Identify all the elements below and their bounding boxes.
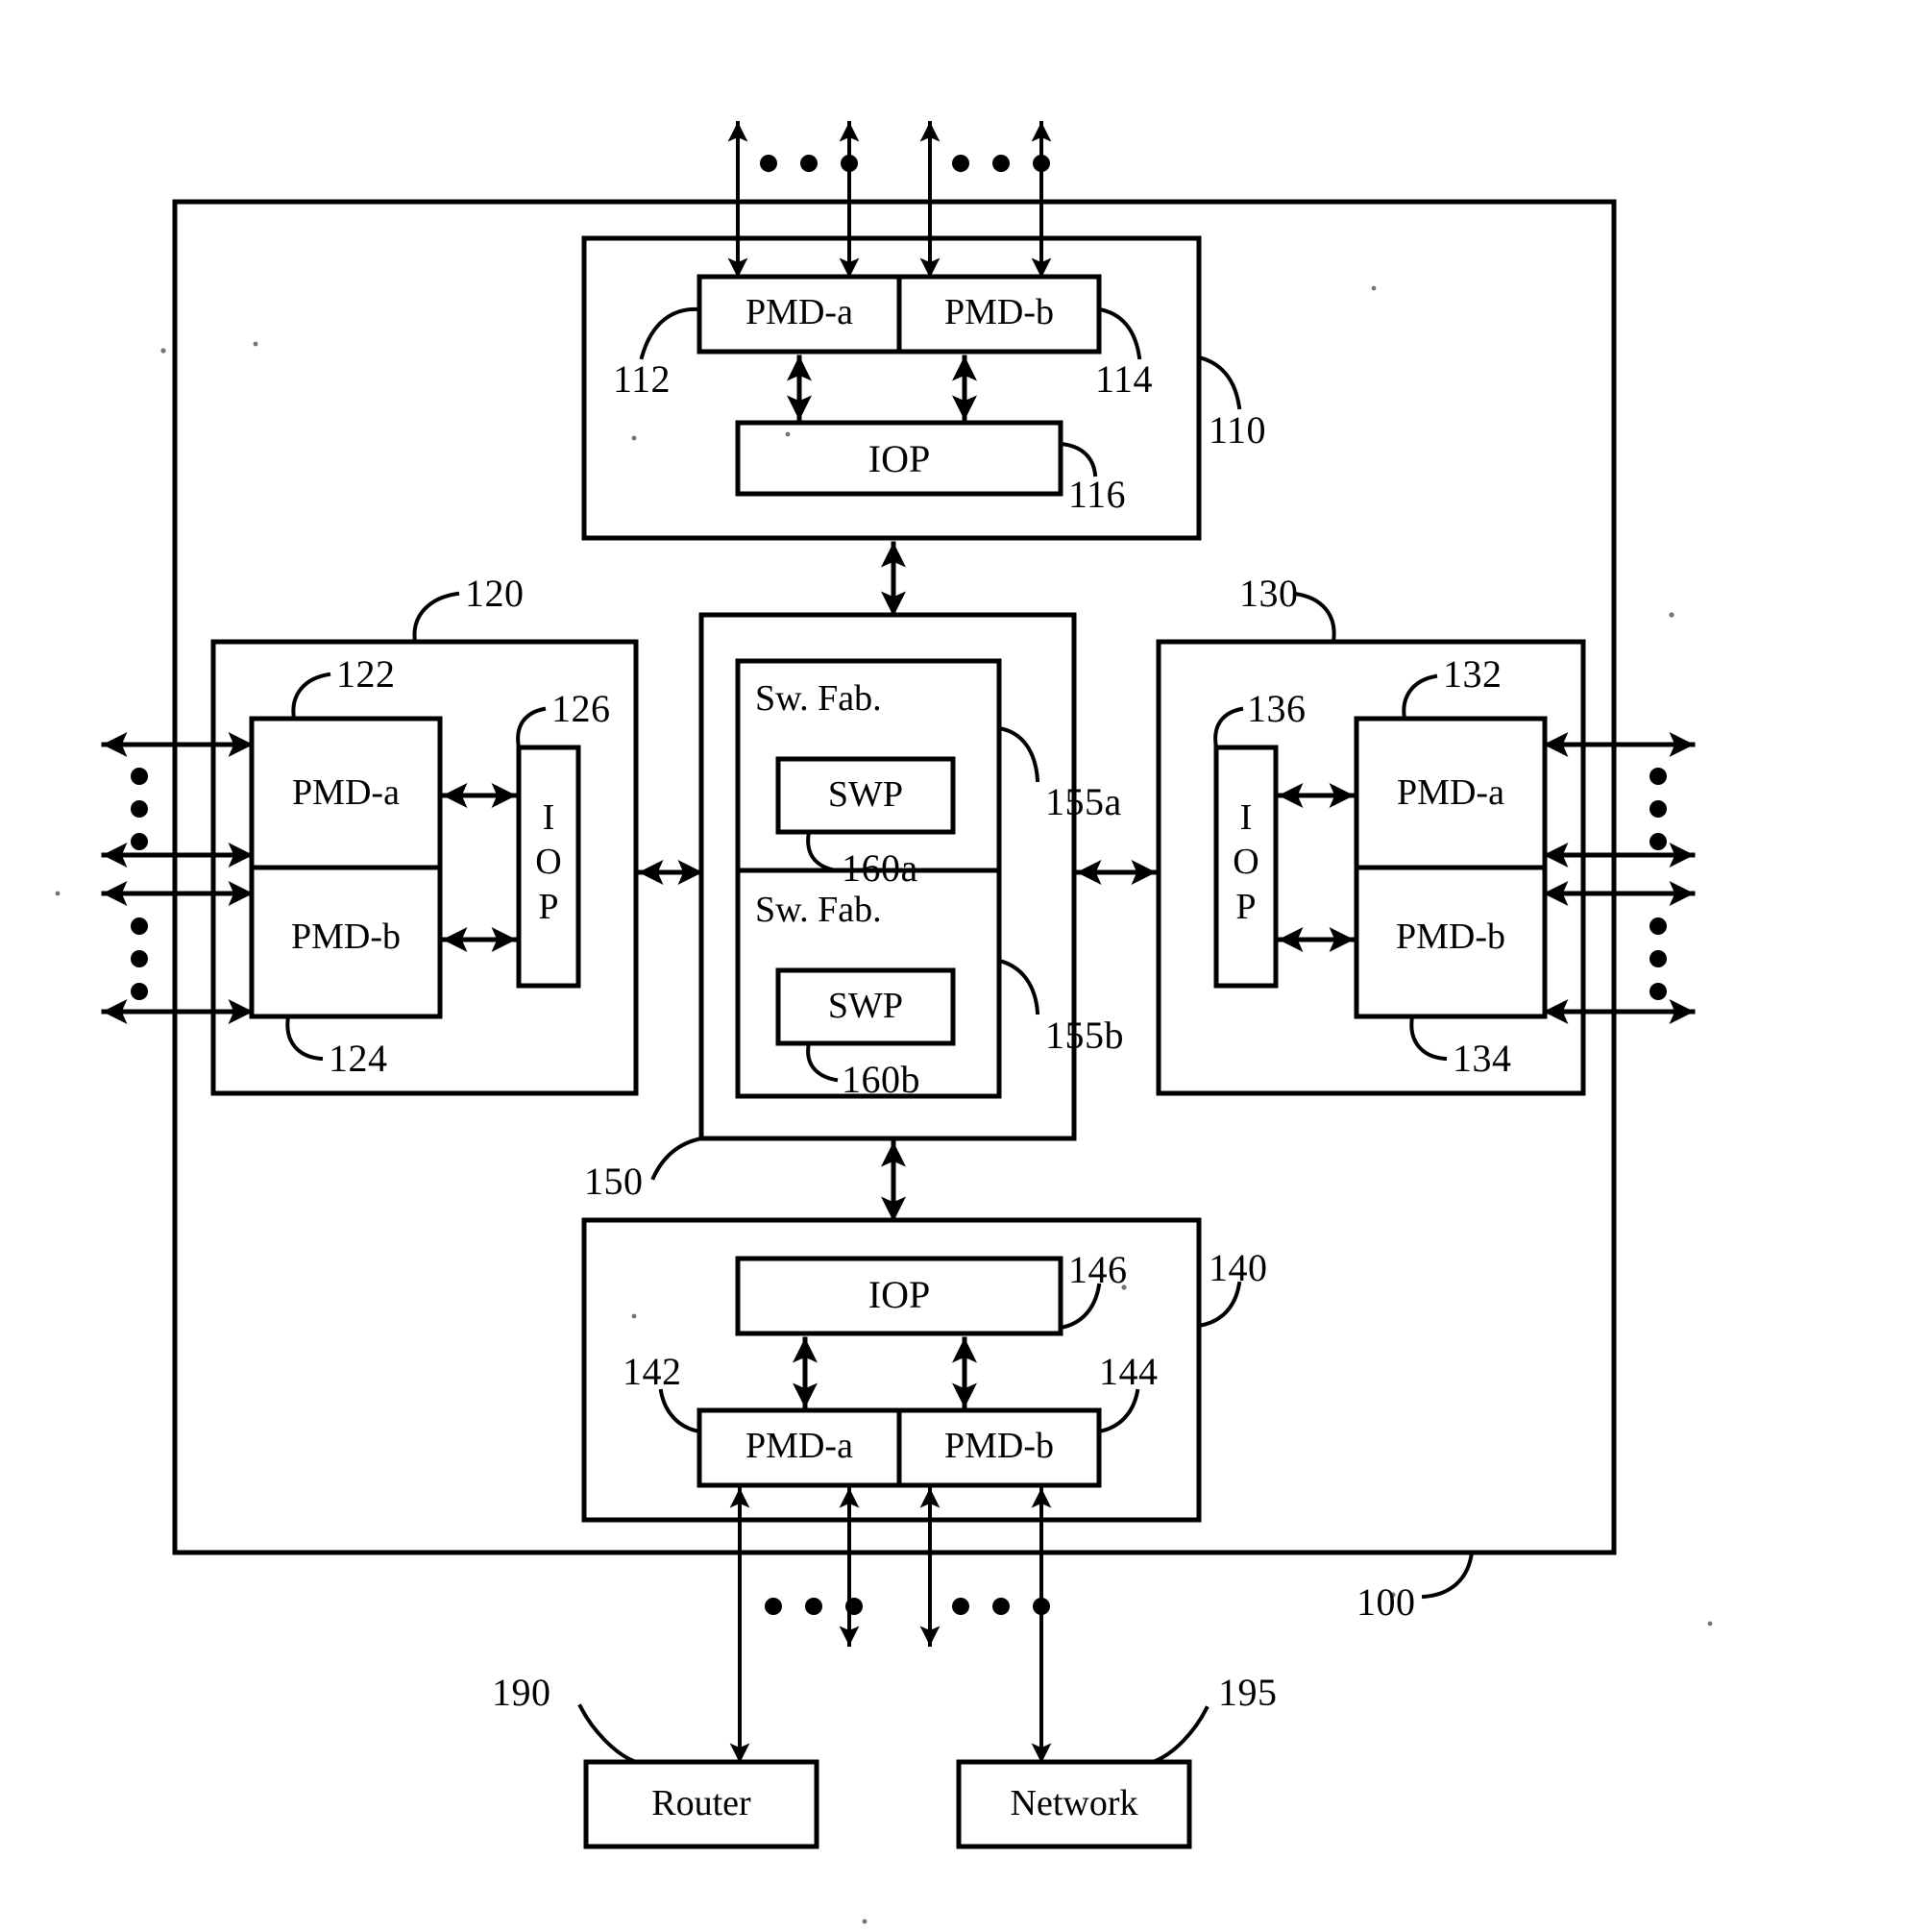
right-iop-letter-o: O: [1233, 842, 1259, 883]
left-iop-letter-o: O: [535, 842, 562, 883]
ref-155a: 155a: [1045, 780, 1122, 823]
ref-155b: 155b: [1045, 1014, 1124, 1057]
leader-144: [1096, 1388, 1140, 1434]
leader-124: [285, 1014, 324, 1062]
leader-140: [1196, 1281, 1242, 1329]
leader-155a: [996, 725, 1040, 783]
leader-190: [577, 1703, 639, 1765]
left-iop-letter-i: I: [542, 797, 555, 838]
scan-speckles: [55, 285, 1713, 1924]
leader-150: [650, 1136, 704, 1181]
sw-fab-b-label: Sw. Fab.: [755, 890, 882, 930]
ref-150: 150: [584, 1160, 644, 1203]
leader-155b: [996, 958, 1040, 1015]
diagram-vector-layer: [55, 121, 1713, 1924]
bottom-pmd-a-label: PMD-a: [745, 1426, 853, 1466]
ref-146: 146: [1068, 1248, 1128, 1291]
top-pmd-a-label: PMD-a: [745, 292, 853, 332]
top-iop-label: IOP: [867, 437, 931, 480]
right-iop-label: I O P: [1216, 795, 1276, 929]
leader-195: [1150, 1705, 1210, 1765]
ref-144: 144: [1099, 1350, 1159, 1393]
network-label: Network: [1010, 1783, 1138, 1823]
ref-160a: 160a: [842, 846, 918, 890]
leader-112: [639, 306, 702, 360]
ref-124: 124: [329, 1037, 388, 1080]
ref-136: 136: [1247, 687, 1307, 730]
left-pmd-a-label: PMD-a: [292, 772, 400, 813]
bottom-pmd-b-label: PMD-b: [943, 1426, 1055, 1466]
ref-142: 142: [623, 1350, 682, 1393]
right-pmd-a-label: PMD-a: [1397, 772, 1504, 813]
leader-160a: [806, 829, 839, 873]
swp-160b-label: SWP: [827, 986, 904, 1026]
leader-132: [1402, 673, 1438, 721]
ref-130: 130: [1239, 572, 1299, 615]
leader-110: [1196, 355, 1242, 410]
ref-195: 195: [1218, 1671, 1278, 1714]
leader-120: [412, 591, 460, 645]
router-label: Router: [651, 1783, 751, 1823]
ref-140: 140: [1209, 1246, 1268, 1289]
left-iop-letter-p: P: [538, 886, 559, 927]
leader-146: [1058, 1283, 1102, 1331]
ref-114: 114: [1095, 357, 1154, 401]
leader-134: [1409, 1014, 1448, 1062]
leader-130: [1292, 591, 1336, 645]
right-pmd-b-label: PMD-b: [1395, 917, 1506, 957]
ref-190: 190: [492, 1671, 551, 1714]
right-iop-letter-i: I: [1239, 797, 1253, 838]
ref-116: 116: [1068, 473, 1127, 516]
leader-116: [1058, 441, 1098, 477]
top-pmd-b-label: PMD-b: [943, 292, 1055, 332]
leader-122: [291, 672, 331, 721]
patent-figure: PMD-a PMD-b IOP 112 114 116 110 PMD-a PM…: [0, 0, 1906, 1932]
ref-112: 112: [613, 357, 672, 401]
right-iop-letter-p: P: [1235, 886, 1257, 927]
sw-fab-a-label: Sw. Fab.: [755, 678, 882, 719]
leader-100: [1421, 1550, 1475, 1600]
leader-126: [516, 706, 547, 750]
ref-160b: 160b: [842, 1058, 920, 1101]
leader-136: [1213, 706, 1244, 750]
ref-110: 110: [1209, 408, 1267, 452]
ref-122: 122: [336, 652, 396, 696]
ref-134: 134: [1453, 1037, 1512, 1080]
bottom-iop-label: IOP: [867, 1273, 931, 1316]
leader-142: [658, 1388, 702, 1434]
leader-114: [1096, 306, 1142, 360]
swp-160a-label: SWP: [827, 774, 904, 815]
left-pmd-b-label: PMD-b: [290, 917, 402, 957]
left-iop-label: I O P: [519, 795, 578, 929]
leader-160b: [806, 1040, 839, 1083]
ref-132: 132: [1443, 652, 1503, 696]
ref-120: 120: [465, 572, 525, 615]
ref-126: 126: [551, 687, 611, 730]
ref-100: 100: [1356, 1580, 1416, 1624]
